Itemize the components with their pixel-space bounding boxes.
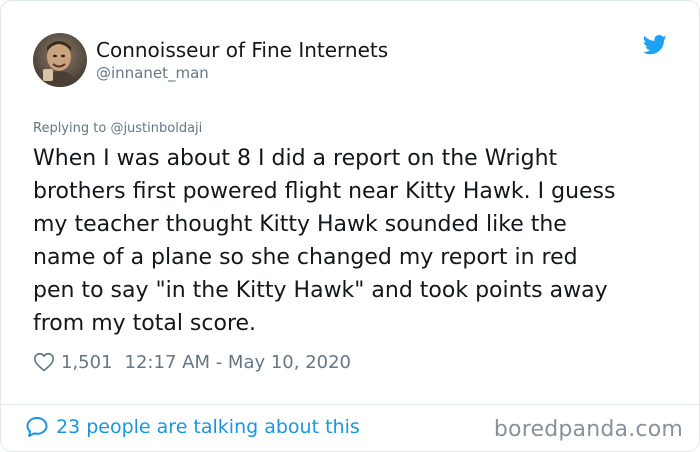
replying-to-handle[interactable]: @justinboldaji xyxy=(110,121,202,136)
replying-to: Replying to @justinboldaji xyxy=(33,120,202,138)
watermark: boredpanda.com xyxy=(493,417,683,442)
twitter-bird-icon[interactable] xyxy=(642,35,667,55)
timestamp[interactable]: 12:17 AM - May 10, 2020 xyxy=(125,352,351,373)
conversation-label: 23 people are talking about this xyxy=(56,416,360,438)
tweet-meta: 1,501 12:17 AM - May 10, 2020 xyxy=(33,351,351,373)
author-display-name[interactable]: Connoisseur of Fine Internets xyxy=(96,38,388,62)
tweet-card: Connoisseur of Fine Internets @innanet_m… xyxy=(0,0,700,452)
author-names: Connoisseur of Fine Internets @innanet_m… xyxy=(96,38,388,83)
speech-bubble-icon xyxy=(25,415,49,439)
divider xyxy=(1,404,699,405)
replying-to-label: Replying to xyxy=(33,121,111,136)
like-count[interactable]: 1,501 xyxy=(61,352,113,373)
author-handle[interactable]: @innanet_man xyxy=(96,63,388,83)
avatar[interactable] xyxy=(33,33,87,87)
heart-icon[interactable] xyxy=(33,351,55,373)
tweet-text: When I was about 8 I did a report on the… xyxy=(33,146,616,336)
conversation-link[interactable]: 23 people are talking about this xyxy=(25,415,360,439)
tweet-header: Connoisseur of Fine Internets @innanet_m… xyxy=(33,33,388,87)
